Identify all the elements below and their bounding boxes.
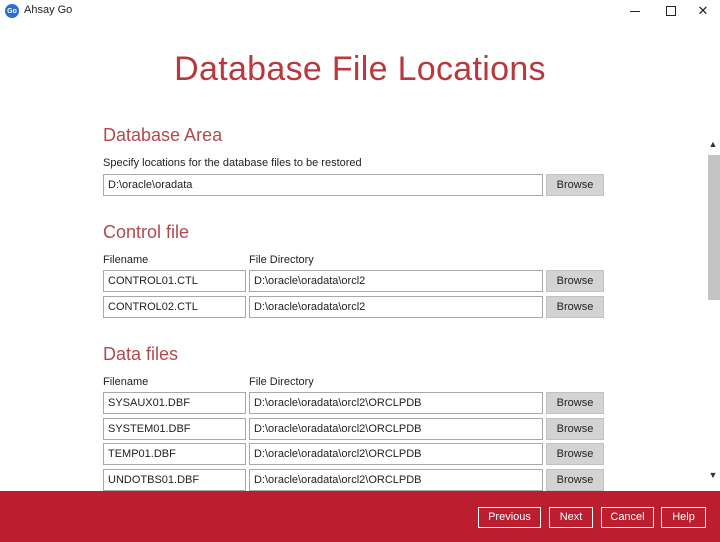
minimize-icon — [630, 10, 640, 12]
previous-button[interactable]: Previous — [478, 507, 541, 528]
database-area-path-input[interactable]: D:\oracle\oradata — [103, 174, 543, 196]
scroll-thumb[interactable] — [708, 155, 720, 300]
data-files-heading: Data files — [103, 344, 179, 364]
data-file-browse-button[interactable]: Browse — [546, 443, 604, 465]
app-logo-icon: Go — [5, 4, 19, 18]
control-file-directory-field[interactable]: D:\oracle\oradata\orcl2 — [249, 296, 543, 318]
data-file-filename-field[interactable]: SYSTEM01.DBF — [103, 418, 246, 440]
data-file-directory-field[interactable]: D:\oracle\oradata\orcl2\ORCLPDB — [249, 418, 543, 440]
database-area-browse-button[interactable]: Browse — [546, 174, 604, 196]
data-file-directory-field[interactable]: D:\oracle\oradata\orcl2\ORCLPDB — [249, 469, 543, 491]
title-bar: Go Ahsay Go ✕ — [0, 0, 720, 22]
page-title: Database File Locations — [174, 50, 546, 88]
data-file-browse-button[interactable]: Browse — [546, 469, 604, 491]
maximize-icon — [666, 6, 676, 16]
minimize-button[interactable] — [618, 0, 652, 22]
data-file-directory-field[interactable]: D:\oracle\oradata\orcl2\ORCLPDB — [249, 443, 543, 465]
cancel-button[interactable]: Cancel — [601, 507, 654, 528]
control-file-directory-header: File Directory — [249, 254, 314, 266]
help-button[interactable]: Help — [661, 507, 706, 528]
data-file-filename-field[interactable]: SYSAUX01.DBF — [103, 392, 246, 414]
control-file-heading: Control file — [103, 222, 190, 242]
control-file-filename-field[interactable]: CONTROL02.CTL — [103, 296, 246, 318]
database-area-instruction: Specify locations for the database files… — [103, 157, 362, 169]
window-title: Ahsay Go — [24, 4, 73, 16]
database-area-heading: Database Area — [103, 125, 223, 145]
maximize-button[interactable] — [654, 0, 688, 22]
footer-bar: Previous Next Cancel Help — [0, 491, 720, 542]
control-file-filename-field[interactable]: CONTROL01.CTL — [103, 270, 246, 292]
close-button[interactable]: ✕ — [686, 0, 720, 22]
control-file-browse-button[interactable]: Browse — [546, 270, 604, 292]
scroll-down-icon[interactable]: ▼ — [706, 468, 720, 482]
data-file-directory-field[interactable]: D:\oracle\oradata\orcl2\ORCLPDB — [249, 392, 543, 414]
data-file-filename-field[interactable]: TEMP01.DBF — [103, 443, 246, 465]
data-file-browse-button[interactable]: Browse — [546, 392, 604, 414]
control-file-filename-header: Filename — [103, 254, 149, 266]
scroll-up-icon[interactable]: ▲ — [706, 137, 720, 151]
data-files-filename-header: Filename — [103, 376, 149, 388]
vertical-scrollbar[interactable]: ▲ ▼ — [706, 137, 720, 484]
next-button[interactable]: Next — [549, 507, 593, 528]
data-file-filename-field[interactable]: UNDOTBS01.DBF — [103, 469, 246, 491]
data-file-browse-button[interactable]: Browse — [546, 418, 604, 440]
control-file-browse-button[interactable]: Browse — [546, 296, 604, 318]
data-files-directory-header: File Directory — [249, 376, 314, 388]
close-icon: ✕ — [697, 3, 709, 18]
control-file-directory-field[interactable]: D:\oracle\oradata\orcl2 — [249, 270, 543, 292]
